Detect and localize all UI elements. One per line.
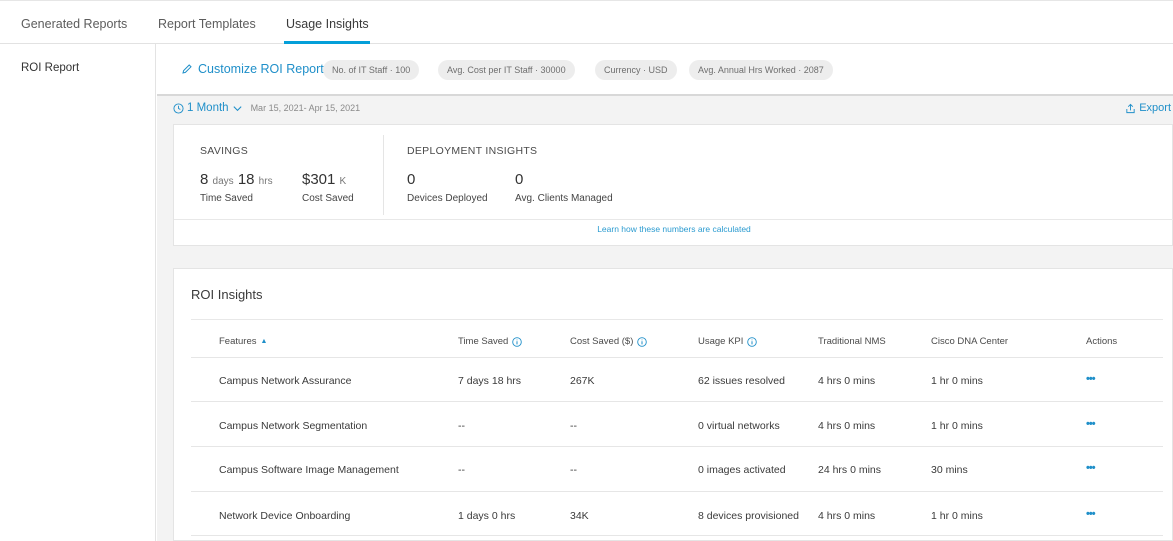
savings-title: SAVINGS [200,145,249,157]
pill-annual-hours: Avg. Annual Hrs Worked · 2087 [689,60,833,80]
deployment-title: DEPLOYMENT INSIGHTS [407,145,538,157]
cost-amount: $301 [302,171,336,188]
time-saved-caption: Time Saved [200,193,253,204]
col-usage-kpi: Usage KPI [698,336,758,347]
cell-time-saved: -- [458,464,465,476]
pill-it-staff: No. of IT Staff · 100 [323,60,420,80]
devices-deployed-value: 0 [407,171,416,188]
time-hrs-unit: hrs [258,176,273,187]
row-divider [191,401,1163,402]
cell-traditional-nms: 24 hrs 0 mins [818,464,882,476]
row-actions-button[interactable]: ••• [1086,373,1096,385]
cell-cost-saved: -- [570,420,577,432]
cell-cisco-dna: 1 hr 0 mins [931,510,983,522]
learn-calculation-link[interactable]: Learn how these numbers are calculated [174,224,1173,234]
cell-traditional-nms: 4 hrs 0 mins [818,375,876,387]
col-actions: Actions [1086,336,1118,347]
row-divider [191,446,1163,447]
col-cost-saved-label: Cost Saved ($) [570,336,634,347]
col-features[interactable]: Features ▲ [219,336,267,347]
pill-cost-per-staff: Avg. Cost per IT Staff · 30000 [438,60,575,80]
avg-clients-caption: Avg. Clients Managed [515,193,613,204]
cell-usage-kpi: 0 virtual networks [698,420,780,432]
pencil-icon [182,64,192,74]
row-divider [191,491,1163,492]
cell-feature: Campus Network Segmentation [219,420,368,432]
date-range-bar: 1 Month Mar 15, 2021- Apr 15, 2021 [173,102,360,114]
cell-usage-kpi: 0 images activated [698,464,786,476]
col-traditional-nms: Traditional NMS [818,336,886,347]
summary-card: SAVINGS 8 days 18 hrs Time Saved $301 K … [173,124,1173,246]
pill-currency: Currency · USD [595,60,677,80]
cell-cost-saved: 267K [570,375,595,387]
cell-usage-kpi: 62 issues resolved [698,375,785,387]
range-dates: Mar 15, 2021- Apr 15, 2021 [250,103,361,113]
summary-divider [383,135,384,215]
row-actions-button[interactable]: ••• [1086,508,1096,520]
cell-feature: Network Device Onboarding [219,510,351,522]
col-time-saved-label: Time Saved [458,336,509,347]
cell-cost-saved: 34K [570,510,589,522]
cost-saved-value: $301 K [302,171,346,188]
cost-unit: K [339,176,347,187]
cell-usage-kpi: 8 devices provisioned [698,510,799,522]
table-top-divider [191,319,1163,320]
col-time-saved: Time Saved [458,336,523,347]
roi-insights-card: ROI Insights Features ▲ Time Saved Cost … [173,268,1173,541]
cell-feature: Campus Network Assurance [219,375,352,387]
cell-cisco-dna: 30 mins [931,464,968,476]
col-cisco-dna-center: Cisco DNA Center [931,336,1009,347]
sort-up-icon: ▲ [260,338,268,345]
tab-usage-insights[interactable]: Usage Insights [286,17,369,31]
customize-bar: Customize ROI Report No. of IT Staff · 1… [157,44,1173,96]
cell-cisco-dna: 1 hr 0 mins [931,375,983,387]
main-content: Customize ROI Report No. of IT Staff · 1… [157,44,1173,541]
clock-icon [173,102,184,114]
range-dropdown[interactable]: 1 Month [173,102,243,114]
row-actions-button[interactable]: ••• [1086,462,1096,474]
tab-report-templates[interactable]: Report Templates [158,17,256,31]
customize-roi-button[interactable]: Customize ROI Report [181,62,324,76]
cell-traditional-nms: 4 hrs 0 mins [818,420,876,432]
export-label: Export [1139,102,1171,114]
cell-time-saved: 1 days 0 hrs [458,510,516,522]
header-divider [191,357,1163,358]
roi-insights-title: ROI Insights [191,287,263,302]
cell-time-saved: -- [458,420,465,432]
report-tabs: Generated Reports Report Templates Usage… [0,0,1173,44]
tab-generated-reports[interactable]: Generated Reports [21,17,127,31]
info-icon[interactable] [512,336,523,347]
summary-footer-divider [174,219,1173,220]
cell-cost-saved: -- [570,464,577,476]
col-usage-kpi-label: Usage KPI [698,336,744,347]
devices-deployed-caption: Devices Deployed [407,193,488,204]
info-icon[interactable] [747,336,758,347]
cell-traditional-nms: 4 hrs 0 mins [818,510,876,522]
time-saved-value: 8 days 18 hrs [200,171,273,188]
cell-cisco-dna: 1 hr 0 mins [931,420,983,432]
row-actions-button[interactable]: ••• [1086,418,1096,430]
time-days-unit: days [212,176,234,187]
time-hrs-value: 18 [237,171,255,188]
sidebar: ROI Report [0,44,156,541]
export-icon [1126,103,1135,113]
sidebar-item-roi-report[interactable]: ROI Report [21,62,79,74]
time-days-value: 8 [200,171,209,188]
avg-clients-value: 0 [515,171,524,188]
customize-roi-label: Customize ROI Report [198,62,324,76]
col-features-label: Features [219,336,257,347]
range-label: 1 Month [187,102,229,114]
col-cost-saved: Cost Saved ($) [570,336,648,347]
export-button[interactable]: Export [1125,102,1171,114]
cell-feature: Campus Software Image Management [219,464,399,476]
info-icon[interactable] [637,336,648,347]
chevron-down-icon [233,105,242,111]
row-divider [191,535,1163,536]
cost-saved-caption: Cost Saved [302,193,354,204]
cell-time-saved: 7 days 18 hrs [458,375,522,387]
